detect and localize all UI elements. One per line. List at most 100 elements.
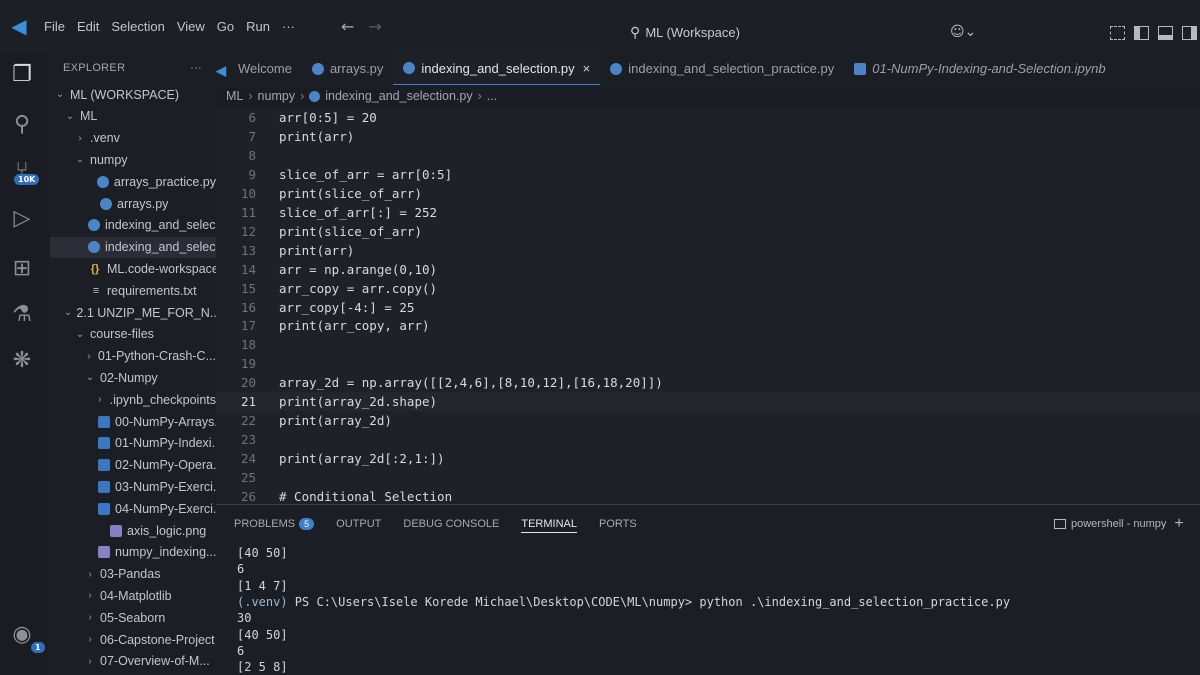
code-line[interactable]: 26 # Conditional Selection xyxy=(216,487,1200,504)
tree-item[interactable]: axis_logic.png xyxy=(50,520,216,541)
code-line[interactable]: 6 arr[0:5] = 20 xyxy=(216,108,1200,127)
tree-item[interactable]: ⌄ numpy xyxy=(50,149,216,170)
extensions-icon[interactable]: ⊞ xyxy=(8,254,36,282)
tree-item[interactable]: ⌄ ML xyxy=(50,106,216,127)
code-line[interactable]: 16 arr_copy[-4:] = 25 xyxy=(216,298,1200,317)
tree-item-label: 03-Pandas xyxy=(100,567,161,582)
tree-item[interactable]: ⌄ course-files xyxy=(50,324,216,345)
tree-item[interactable]: › 01-Python-Crash-C... xyxy=(50,346,216,367)
terminal-text: PS C:\Users\Isele Korede Michael\Desktop… xyxy=(287,594,1011,609)
tree-item-label: ML.code-workspace xyxy=(107,261,216,276)
menu-file[interactable]: File xyxy=(38,19,71,34)
breadcrumb-numpy[interactable]: numpy xyxy=(258,89,296,103)
tree-item[interactable]: indexing_and_selec... xyxy=(50,215,216,236)
code-editor[interactable]: 6 arr[0:5] = 20 7 print(arr) 8 9 slice_of_arr … xyxy=(216,108,1200,504)
tab-ports[interactable]: PORTS xyxy=(599,515,637,533)
code-line[interactable]: 23 xyxy=(216,430,1200,449)
tree-item[interactable]: ⌄ 2.1 UNZIP_ME_FOR_N... xyxy=(50,302,216,323)
code-line[interactable]: 22 print(array_2d) xyxy=(216,411,1200,430)
line-number: 10 xyxy=(240,185,256,201)
code-line[interactable]: 14 arr = np.arange(0,10) xyxy=(216,260,1200,279)
tab-terminal[interactable]: TERMINAL xyxy=(521,515,577,533)
code-line[interactable]: 7 print(arr) xyxy=(216,127,1200,146)
notebook-file-icon xyxy=(98,502,110,515)
breadcrumb-file[interactable]: indexing_and_selection.py xyxy=(325,89,472,103)
code-line[interactable]: 17 print(arr_copy, arr) xyxy=(216,316,1200,335)
chevron-right-icon: › xyxy=(88,655,92,667)
tree-item[interactable]: arrays.py xyxy=(50,193,216,214)
code-line[interactable]: 21 print(array_2d.shape) xyxy=(216,392,1200,412)
code-line[interactable]: 8 xyxy=(216,146,1200,165)
tab-problems[interactable]: PROBLEMS 5 xyxy=(234,515,315,533)
code-line[interactable]: 10 print(slice_of_arr) xyxy=(216,184,1200,203)
close-icon[interactable]: × xyxy=(583,61,591,76)
code-line[interactable]: 13 print(arr) xyxy=(216,241,1200,260)
tree-item[interactable]: › 06-Capstone-Project xyxy=(50,629,216,650)
command-center-search[interactable]: ⚲ ML (Workspace) xyxy=(520,19,850,45)
tab-output[interactable]: OUTPUT xyxy=(336,515,381,533)
toggle-secondary-sidebar-icon[interactable] xyxy=(1182,26,1197,40)
menu-run[interactable]: Run xyxy=(240,19,276,34)
chevron-down-icon: ⌄ xyxy=(85,372,95,384)
line-number: 18 xyxy=(240,337,256,353)
menu-view[interactable]: View xyxy=(171,19,211,34)
code-line[interactable]: 18 xyxy=(216,335,1200,354)
code-line[interactable]: 9 slice_of_arr = arr[0:5] xyxy=(216,165,1200,184)
tree-item[interactable]: › .venv xyxy=(50,128,216,149)
code-line[interactable]: 15 arr_copy = arr.copy() xyxy=(216,279,1200,298)
tree-item[interactable]: 04-NumPy-Exerci... xyxy=(50,498,216,519)
python-file-icon xyxy=(309,90,321,102)
code-line[interactable]: 24 print(array_2d[:2,1:]) xyxy=(216,449,1200,468)
code-line[interactable]: 20 array_2d = np.array([[2,4,6],[8,10,12]… xyxy=(216,373,1200,392)
tab-0[interactable]: ◀ Welcome xyxy=(216,52,302,85)
copilot-icon[interactable]: ☺⌄ xyxy=(950,24,976,40)
explorer-icon[interactable]: ❐ xyxy=(8,60,36,88)
tab-1[interactable]: arrays.py xyxy=(302,52,393,85)
back-arrow-icon[interactable]: ← xyxy=(341,17,354,36)
tab-3[interactable]: indexing_and_selection_practice.py xyxy=(600,52,844,85)
tab-4[interactable]: 01-NumPy-Indexing-and-Selection.ipynb xyxy=(844,52,1115,85)
terminal-selector[interactable]: powershell - numpy + xyxy=(1054,515,1184,533)
tree-item[interactable]: 01-NumPy-Indexi... xyxy=(50,433,216,454)
tree-item[interactable]: numpy_indexing.... xyxy=(50,542,216,563)
tree-item[interactable]: ≡ requirements.txt xyxy=(50,280,216,301)
explorer-more-button[interactable]: ··· xyxy=(190,62,202,74)
tree-item-label: arrays_practice.py xyxy=(113,174,216,189)
breadcrumb-symbol[interactable]: ... xyxy=(487,89,497,103)
menu-selection[interactable]: Selection xyxy=(105,19,170,34)
menu-more[interactable]: ··· xyxy=(276,19,301,34)
tree-item[interactable]: › 07-Overview-of-M... xyxy=(50,651,216,672)
customize-layout-icon[interactable] xyxy=(1110,26,1125,40)
tree-item[interactable]: arrays_practice.py xyxy=(50,171,216,192)
code-line[interactable]: 11 slice_of_arr[:] = 252 xyxy=(216,203,1200,222)
tree-item[interactable]: 00-NumPy-Arrays... xyxy=(50,411,216,432)
terminal-text: [1 4 7] xyxy=(237,578,288,593)
testing-icon[interactable]: ⚗ xyxy=(8,300,36,328)
tree-item[interactable]: ⌄ 02-Numpy xyxy=(50,367,216,388)
new-terminal-button[interactable]: + xyxy=(1174,515,1183,533)
tree-item[interactable]: › 03-Pandas xyxy=(50,564,216,585)
code-line[interactable]: 25 xyxy=(216,468,1200,487)
toggle-sidebar-icon[interactable] xyxy=(1134,26,1149,40)
menu-go[interactable]: Go xyxy=(211,19,240,34)
search-icon[interactable]: ⚲ xyxy=(8,110,36,138)
toggle-panel-icon[interactable] xyxy=(1158,26,1173,40)
tree-item[interactable]: 02-NumPy-Opera... xyxy=(50,455,216,476)
tree-item[interactable]: ⌄ ML (WORKSPACE) xyxy=(50,84,216,105)
tree-item[interactable]: 03-NumPy-Exerci... xyxy=(50,476,216,497)
breadcrumb-ml[interactable]: ML xyxy=(226,89,243,103)
tree-item[interactable]: › .ipynb_checkpoints xyxy=(50,389,216,410)
run-debug-icon[interactable]: ▷ xyxy=(8,204,36,232)
code-line[interactable]: 12 print(slice_of_arr) xyxy=(216,222,1200,241)
terminal-text: [40 50] xyxy=(237,546,288,560)
paw-icon[interactable]: ❋ xyxy=(8,346,36,374)
tab-debug-console[interactable]: DEBUG CONSOLE xyxy=(403,515,499,533)
code-line[interactable]: 19 xyxy=(216,354,1200,373)
tree-item[interactable]: {} ML.code-workspace xyxy=(50,258,216,279)
tree-item[interactable]: indexing_and_selec... xyxy=(50,236,216,258)
tree-item[interactable]: › 05-Seaborn xyxy=(50,607,216,628)
tab-2[interactable]: indexing_and_selection.py × xyxy=(393,52,601,85)
tree-item[interactable]: › 04-Matplotlib xyxy=(50,585,216,606)
forward-arrow-icon[interactable]: → xyxy=(368,17,381,36)
menu-edit[interactable]: Edit xyxy=(71,19,105,34)
